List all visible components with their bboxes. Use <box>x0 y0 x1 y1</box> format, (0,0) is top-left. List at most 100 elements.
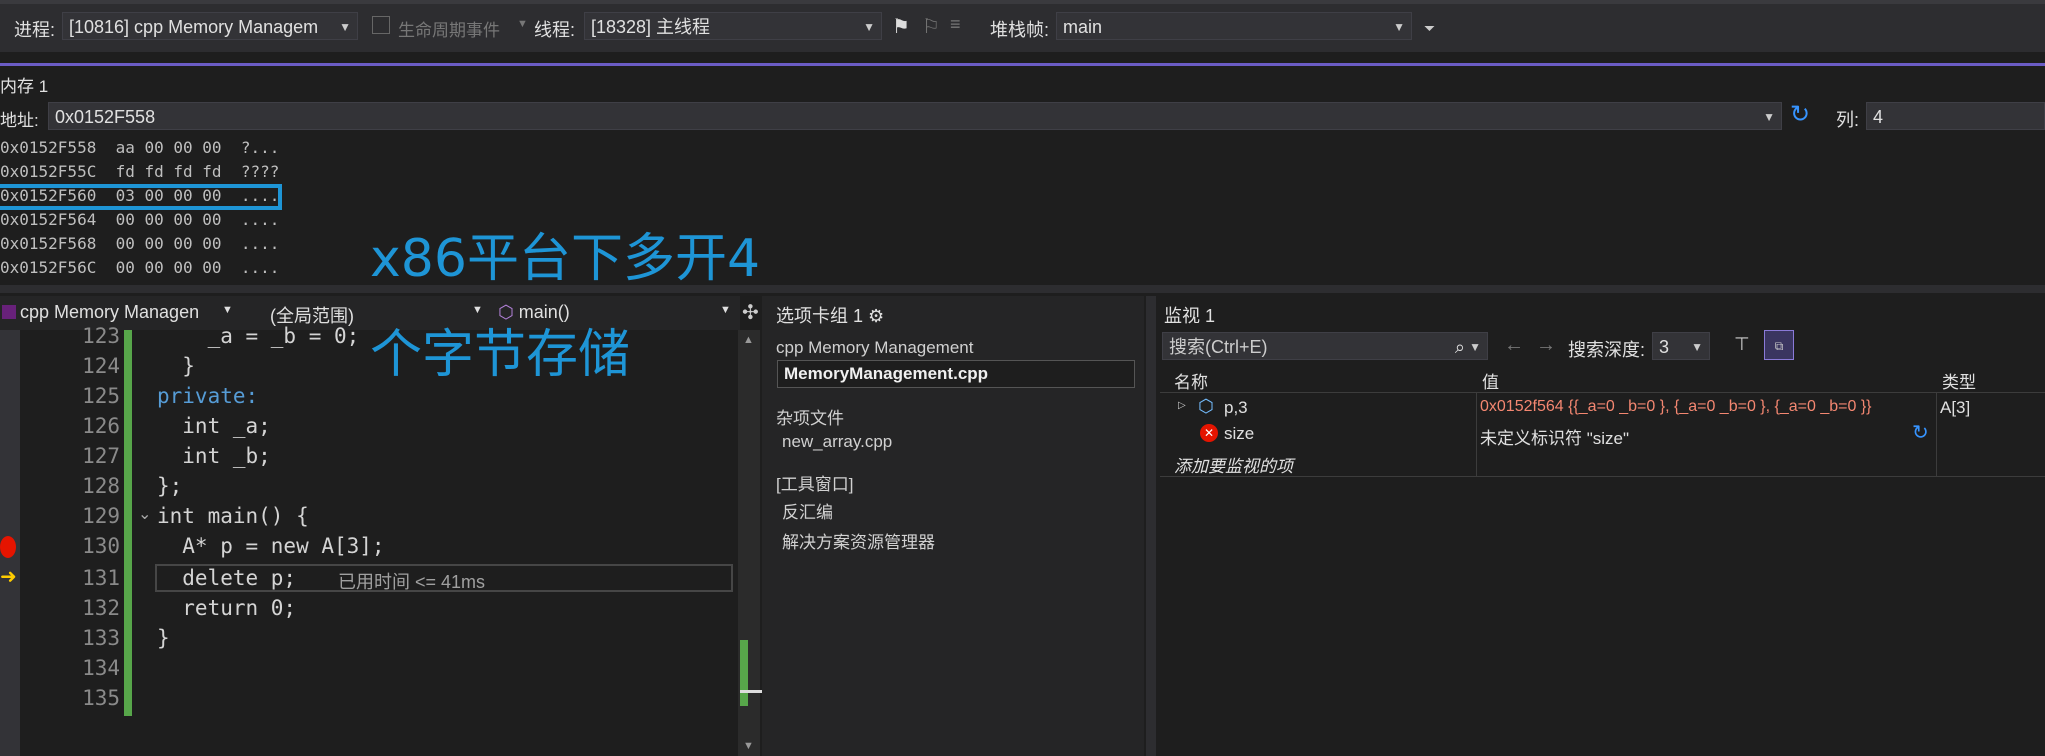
memory-row: 0x0152F568 00 00 00 00 .... <box>0 234 280 253</box>
line-number: 128 <box>82 474 120 498</box>
current-line-arrow-icon: ➜ <box>0 566 17 588</box>
split-editor-icon[interactable]: ✣ <box>742 300 759 325</box>
line-number: 135 <box>82 686 120 710</box>
watch-row-name[interactable]: size <box>1224 424 1254 444</box>
misc-files-header: 杂项文件 <box>776 409 844 428</box>
pin-icon[interactable]: ⊤ <box>1734 334 1750 355</box>
process-dropdown[interactable]: [10816] cpp Memory Managem ▼ <box>62 12 358 40</box>
add-watch-item[interactable]: 添加要监视的项 <box>1174 452 1293 477</box>
project-dropdown[interactable]: cpp Memory Managen ▼ <box>20 302 236 323</box>
flag-threads-icon[interactable]: ⚐ <box>922 14 940 39</box>
address-value: 0x0152F558 <box>55 107 156 127</box>
stack-frame-value: main <box>1063 17 1103 37</box>
gear-icon[interactable]: ⚙ <box>868 306 884 326</box>
columns-input[interactable]: 4 <box>1866 102 2045 130</box>
refresh-value-icon[interactable]: ↻ <box>1912 420 1929 445</box>
forward-arrow-icon[interactable]: → <box>1536 334 1556 357</box>
process-label: 进程: <box>14 20 56 40</box>
scroll-down-icon[interactable]: ▼ <box>743 740 754 752</box>
col-type-header[interactable]: 类型 <box>1942 368 1976 393</box>
columns-value: 4 <box>1873 107 1884 127</box>
code-line: private: <box>157 384 259 408</box>
refresh-icon[interactable]: ↻ <box>1790 100 1810 129</box>
tool-windows-header: [工具窗口] <box>776 475 854 494</box>
thread-dropdown[interactable]: [18328] 主线程 ▼ <box>584 12 882 40</box>
tool-window-solution-explorer[interactable]: 解决方案资源管理器 <box>782 528 935 553</box>
code-line: }; <box>157 474 183 498</box>
watch-header-row <box>1160 366 2045 393</box>
code-line: A* p = new A[3]; <box>157 534 385 558</box>
chevron-down-icon: ▼ <box>222 304 233 316</box>
code-line: } <box>157 354 195 378</box>
misc-file-item[interactable]: new_array.cpp <box>782 432 892 452</box>
project-file-icon <box>2 305 16 319</box>
line-number: 134 <box>82 656 120 680</box>
chevron-down-icon: ▼ <box>1763 110 1775 124</box>
selected-file[interactable]: MemoryManagement.cpp <box>784 364 988 384</box>
col-name-header[interactable]: 名称 <box>1174 368 1208 393</box>
annotation-line-1: x86平台下多开4 <box>370 229 761 289</box>
lifecycle-icon <box>372 16 390 34</box>
search-depth-dropdown[interactable]: 3 ▼ <box>1652 332 1710 360</box>
line-number: 126 <box>82 414 120 438</box>
error-icon: ✕ <box>1200 424 1218 442</box>
tab-group-title: 选项卡组 1 ⚙ <box>776 302 884 328</box>
hex-display-icon[interactable]: ⧉ <box>1764 330 1794 360</box>
flag-icon[interactable]: ⚑ <box>892 14 910 39</box>
chevron-down-icon: ▼ <box>339 20 351 34</box>
collapse-icon[interactable]: ⌄ <box>138 504 151 524</box>
tab-group-title-text: 选项卡组 1 <box>776 306 864 326</box>
breakpoint-icon[interactable] <box>0 536 16 558</box>
search-icon[interactable]: ⌕ <box>1455 333 1465 361</box>
line-number: 132 <box>82 596 120 620</box>
watch-row-value[interactable]: 0x0152f564 {{_a=0 _b=0 }, {_a=0 _b=0 }, … <box>1480 398 1936 416</box>
annotation-line-2: 个字节存储 <box>370 325 631 385</box>
code-line: _a = _b = 0; <box>157 324 360 348</box>
chevron-down-icon: ▼ <box>1393 20 1405 34</box>
line-number: 133 <box>82 626 120 650</box>
watch-title: 监视 1 <box>1164 306 1216 326</box>
chevron-down-icon: ▼ <box>863 20 875 34</box>
code-line: int _a; <box>157 414 271 438</box>
process-value: [10816] cpp Memory Managem <box>69 17 319 37</box>
expand-arrow-icon[interactable]: ▷ <box>1178 400 1186 411</box>
line-number: 125 <box>82 384 120 408</box>
code-line: int main() { <box>157 504 309 528</box>
address-input[interactable]: 0x0152F558 ▼ <box>48 102 1782 130</box>
code-line: int _b; <box>157 444 271 468</box>
lifecycle-chevron-icon: ▼ <box>517 18 528 30</box>
code-line: return 0; <box>157 596 297 620</box>
scroll-up-icon[interactable]: ▲ <box>743 334 754 346</box>
watch-row-name[interactable]: p,3 <box>1224 398 1248 418</box>
elapsed-time-hint: 已用时间 <= 41ms <box>338 572 486 592</box>
chevron-down-icon: ▼ <box>1469 340 1481 354</box>
back-arrow-icon[interactable]: ← <box>1504 334 1524 357</box>
lifecycle-events-button[interactable]: 生命周期事件 <box>398 16 500 41</box>
watch-search-placeholder: 搜索(Ctrl+E) <box>1169 337 1268 357</box>
project-dropdown-value: cpp Memory Managen <box>20 302 200 322</box>
stack-frame-label: 堆栈帧: <box>990 20 1050 40</box>
columns-label: 列: <box>1836 110 1860 130</box>
watch-search-input[interactable]: 搜索(Ctrl+E) ⌕ ▼ <box>1162 332 1488 360</box>
scroll-thumb[interactable] <box>740 640 748 706</box>
line-number: 129 <box>82 504 120 528</box>
show-threads-icon[interactable]: ≡ <box>950 14 961 35</box>
code-line: } <box>157 626 170 650</box>
watch-row-value[interactable]: 未定义标识符 "size" <box>1480 424 1629 449</box>
row-divider <box>1160 476 2045 477</box>
col-value-header[interactable]: 值 <box>1482 368 1499 393</box>
memory-row: 0x0152F564 00 00 00 00 .... <box>0 210 280 229</box>
memory-row: 0x0152F558 aa 00 00 00 ?... <box>0 138 280 157</box>
tool-window-disassembly[interactable]: 反汇编 <box>782 498 833 523</box>
thread-label: 线程: <box>534 20 576 40</box>
code-line: delete p; <box>157 566 297 590</box>
stack-frame-dropdown[interactable]: main ▼ <box>1056 12 1412 40</box>
line-number: 124 <box>82 354 120 378</box>
memory-window-title: 内存 1 <box>0 77 49 96</box>
watch-row-type: A[3] <box>1940 398 1971 417</box>
toolbar-overflow-icon[interactable]: ⏷ <box>1424 20 1435 37</box>
line-number: 131 <box>82 566 120 590</box>
toolbar-top-strip <box>0 0 2045 4</box>
memory-highlight-box <box>0 184 282 210</box>
change-bar <box>124 330 132 716</box>
